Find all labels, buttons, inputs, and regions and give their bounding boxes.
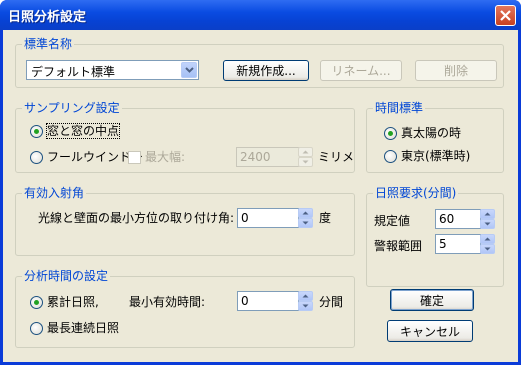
longest-continuous-label: 最長連続日照 xyxy=(47,321,120,335)
spin-down-icon[interactable] xyxy=(298,301,313,311)
spec-value-field[interactable]: 60 xyxy=(435,209,481,229)
max-width-stepper[interactable] xyxy=(298,147,313,167)
radio-full-window[interactable] xyxy=(30,151,43,164)
spin-down-icon[interactable] xyxy=(480,244,495,254)
close-button[interactable] xyxy=(495,5,516,26)
spin-up-icon[interactable] xyxy=(480,209,495,219)
group-title: 時間標準 xyxy=(373,101,426,115)
spin-up-icon[interactable] xyxy=(298,147,313,157)
group-sunshine-requirement: 日照要求(分間) 規定値 60 警報範囲 5 xyxy=(366,186,504,287)
spin-up-icon[interactable] xyxy=(298,291,313,301)
group-analysis-time: 分析時間の設定 累計日照, 最小有効時間: 0 分間 最長連続日照 xyxy=(15,269,355,348)
spin-down-icon[interactable] xyxy=(298,218,313,228)
min-effective-time-unit: 分間 xyxy=(319,295,344,309)
cumulative-sunshine-label: 累計日照, xyxy=(47,295,99,309)
max-width-value: 2400 xyxy=(240,150,271,164)
group-title: サンプリング設定 xyxy=(22,101,122,115)
min-effective-time-stepper[interactable] xyxy=(298,291,313,311)
group-incidence-angle: 有効入射角 光線と壁面の最小方位の取り付け角: 0 度 xyxy=(15,186,355,256)
new-button[interactable]: 新規作成... xyxy=(223,60,309,81)
group-time-standard: 時間標準 真太陽の時 東京(標準時) xyxy=(366,101,504,173)
rename-button[interactable]: リネーム... xyxy=(320,60,402,81)
group-title: 有効入射角 xyxy=(22,186,87,200)
radio-longest-continuous[interactable] xyxy=(30,322,43,335)
min-effective-time-field[interactable]: 0 xyxy=(237,291,299,311)
radio-window-midpoint[interactable] xyxy=(30,125,43,138)
max-width-checkbox[interactable] xyxy=(128,151,141,164)
angle-unit: 度 xyxy=(319,211,332,225)
spec-value-stepper[interactable] xyxy=(480,209,495,229)
close-icon xyxy=(500,10,511,21)
chevron-down-icon[interactable] xyxy=(181,62,197,78)
option-window-midpoint-label: 窓と窓の中点 xyxy=(45,123,121,139)
spin-up-icon[interactable] xyxy=(480,234,495,244)
min-effective-time-value: 0 xyxy=(241,294,249,308)
min-effective-time-label: 最小有効時間: xyxy=(129,295,206,309)
tokyo-time-label: 東京(標準時) xyxy=(401,149,471,163)
delete-button[interactable]: 削除 xyxy=(415,60,497,81)
group-title: 標準名称 xyxy=(22,37,75,51)
warning-range-value: 5 xyxy=(439,237,447,251)
group-title: 日照要求(分間) xyxy=(373,186,459,200)
radio-cumulative-sunshine[interactable] xyxy=(30,296,43,309)
radio-tokyo-time[interactable] xyxy=(384,150,397,163)
max-width-unit: ミリメ xyxy=(318,150,355,164)
spin-down-icon[interactable] xyxy=(298,157,313,167)
group-standard-name: 標準名称 デフォルト標準 新規作成... リネーム... 削除 xyxy=(15,37,504,88)
window-title: 日照分析設定 xyxy=(8,10,87,25)
dialog-window: 日照分析設定 標準名称 デフォルト標準 新規作成... リネーム... 削除 サ… xyxy=(0,0,521,365)
cancel-button[interactable]: キャンセル xyxy=(387,320,473,342)
spec-value: 60 xyxy=(439,212,455,226)
standard-name-combo[interactable]: デフォルト標準 xyxy=(26,60,199,80)
max-width-label: 最大幅: xyxy=(145,150,186,164)
dialog-body: 標準名称 デフォルト標準 新規作成... リネーム... 削除 サンプリング設定… xyxy=(3,30,518,362)
angle-label: 光線と壁面の最小方位の取り付け角: xyxy=(38,211,235,225)
warning-range-stepper[interactable] xyxy=(480,234,495,254)
title-bar[interactable]: 日照分析設定 xyxy=(0,0,521,30)
angle-stepper[interactable] xyxy=(298,208,313,228)
group-title: 分析時間の設定 xyxy=(22,269,111,283)
max-width-field[interactable]: 2400 xyxy=(236,147,300,167)
angle-field[interactable]: 0 xyxy=(237,208,299,228)
warning-range-label: 警報範囲 xyxy=(374,239,423,253)
combo-value: デフォルト標準 xyxy=(31,65,116,79)
warning-range-field[interactable]: 5 xyxy=(435,234,481,254)
angle-value: 0 xyxy=(241,211,249,225)
ok-button[interactable]: 確定 xyxy=(390,289,474,311)
true-solar-time-label: 真太陽の時 xyxy=(401,126,462,140)
radio-true-solar-time[interactable] xyxy=(384,127,397,140)
spin-up-icon[interactable] xyxy=(298,208,313,218)
group-sampling: サンプリング設定 窓と窓の中点 フールウインドー 最大幅: 2400 ミリメ xyxy=(15,101,355,173)
spin-down-icon[interactable] xyxy=(480,219,495,229)
spec-value-label: 規定値 xyxy=(374,214,411,228)
